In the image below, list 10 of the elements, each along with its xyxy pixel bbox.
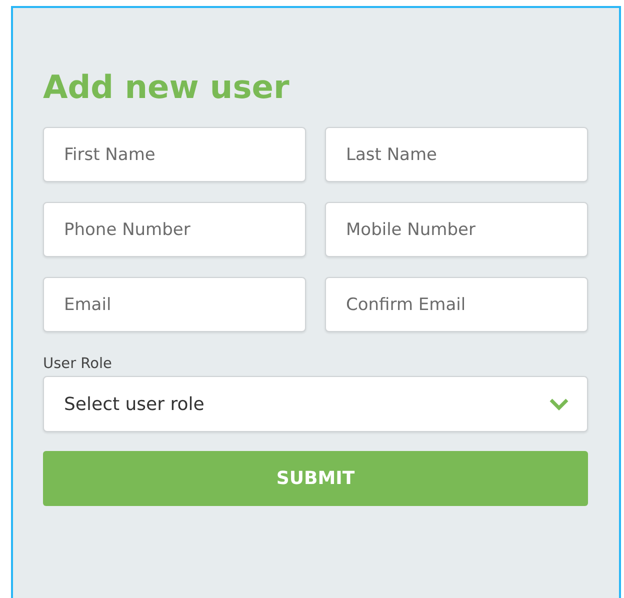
input-field[interactable]: Confirm Email (325, 277, 588, 332)
input-field[interactable]: First Name (43, 127, 306, 182)
field-label: User Role (43, 355, 113, 374)
input-field[interactable]: Email (43, 277, 306, 332)
input-field[interactable]: Phone Number (43, 202, 306, 257)
input-field[interactable]: Last Name (325, 127, 588, 182)
form-title: Add new user (43, 67, 290, 107)
role-select[interactable]: Select user role (43, 376, 588, 432)
chevron-down-icon (549, 398, 569, 410)
input-field[interactable]: Mobile Number (325, 202, 588, 257)
